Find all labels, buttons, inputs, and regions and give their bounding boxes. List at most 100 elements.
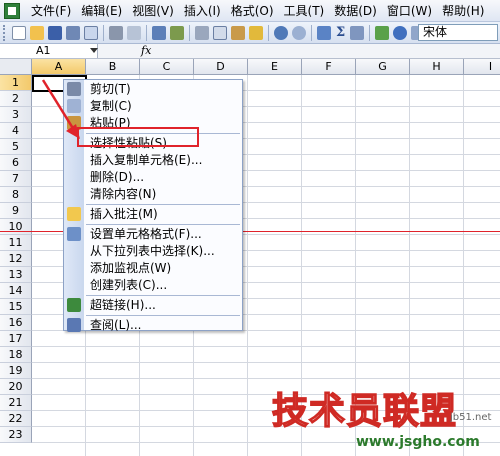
column-header-a[interactable]: A [32,59,86,75]
toolbar-separator [146,24,147,41]
row-header-5[interactable]: 5 [0,139,32,155]
select-all-corner[interactable] [0,59,32,75]
context-menu-separator [86,315,240,316]
row-header-21[interactable]: 21 [0,395,32,411]
menu-data[interactable]: 数据(D) [329,1,382,21]
context-menu-item-insert-copied-cells[interactable]: 插入复制单元格(E)... [64,152,242,169]
permission-icon[interactable] [66,25,80,40]
menu-view[interactable]: 视图(V) [127,1,179,21]
column-header-e[interactable]: E [248,59,302,75]
row-header-11[interactable]: 11 [0,235,32,251]
format-painter-icon[interactable] [249,25,263,40]
context-menu-separator [86,204,240,205]
row-header-19[interactable]: 19 [0,363,32,379]
excel-app-icon[interactable] [4,2,20,19]
menu-window[interactable]: 窗口(W) [382,1,437,21]
menu-format[interactable]: 格式(O) [226,1,279,21]
row-header-15[interactable]: 15 [0,299,32,315]
row-header-17[interactable]: 17 [0,331,32,347]
paste-icon[interactable] [231,25,245,40]
print-icon[interactable] [109,25,123,40]
menu-help[interactable]: 帮助(H) [437,1,489,21]
formula-bar: A1 fx [0,44,500,59]
row-header-4[interactable]: 4 [0,123,32,139]
hyperlink-icon[interactable] [317,25,331,40]
row-header-8[interactable]: 8 [0,187,32,203]
format-cells-icon [67,227,81,241]
chevron-down-icon[interactable] [90,48,98,53]
autosum-icon[interactable]: Σ [336,25,345,40]
row-header-10[interactable]: 10 [0,219,32,235]
menu-insert[interactable]: 插入(I) [179,1,226,21]
context-menu-item-cut[interactable]: 剪切(T) [64,81,242,98]
open-icon[interactable] [30,25,44,40]
context-menu-item-hyperlink[interactable]: 超链接(H)... [64,297,242,314]
menu-file[interactable]: 文件(F) [26,1,76,21]
row-header-14[interactable]: 14 [0,283,32,299]
context-menu-item-clear-contents[interactable]: 清除内容(N) [64,186,242,203]
chart-wizard-icon[interactable] [375,25,390,40]
context-menu-item-label: 从下拉列表中选择(K)... [90,244,215,258]
menu-edit[interactable]: 编辑(E) [76,1,127,21]
research-icon[interactable] [170,25,184,40]
column-header-g[interactable]: G [356,59,410,75]
toolbar-separator [369,24,371,41]
copy-icon[interactable] [213,25,227,40]
spelling-icon[interactable] [152,25,166,40]
row-header-18[interactable]: 18 [0,347,32,363]
context-menu-item-create-list[interactable]: 创建列表(C)... [64,277,242,294]
print-preview-icon[interactable] [127,25,141,40]
sort-ascending-icon[interactable] [350,25,365,40]
context-menu-item-lookup[interactable]: 查阅(L)... [64,317,242,334]
context-menu: 剪切(T) 复制(C) 粘贴(P) 选择性粘贴(S)... 插入复制单元格(E)... 删… [63,79,243,334]
column-header-f[interactable]: F [302,59,356,75]
context-menu-item-label: 删除(D)... [90,170,145,184]
context-menu-item-add-watch[interactable]: 添加监视点(W) [64,260,242,277]
row-header-13[interactable]: 13 [0,267,32,283]
context-menu-item-insert-comment[interactable]: 插入批注(M) [64,206,242,223]
hyperlink-icon [67,298,81,312]
standard-toolbar: Σ 宋体 [0,22,500,44]
new-icon[interactable] [12,25,26,40]
redo-icon[interactable] [292,25,306,40]
row-header-23[interactable]: 23 [0,427,32,443]
row-header-22[interactable]: 22 [0,411,32,427]
context-menu-item-label: 复制(C) [90,99,132,113]
toolbar-separator [189,24,190,41]
column-header-b[interactable]: B [86,59,140,75]
context-menu-item-label: 插入批注(M) [90,207,158,221]
row-header-6[interactable]: 6 [0,155,32,171]
save-icon[interactable] [48,25,62,40]
font-name-select[interactable]: 宋体 [418,24,498,41]
column-header-d[interactable]: D [194,59,248,75]
column-header-h[interactable]: H [410,59,464,75]
comment-icon [67,207,81,221]
toolbar-separator [268,24,269,41]
context-menu-item-format-cells[interactable]: 设置单元格格式(F)... [64,226,242,243]
name-box[interactable]: A1 [0,44,98,58]
undo-icon[interactable] [274,25,288,40]
cut-icon[interactable] [195,25,209,40]
context-menu-item-pick-from-list[interactable]: 从下拉列表中选择(K)... [64,243,242,260]
row-header-7[interactable]: 7 [0,171,32,187]
column-header-i[interactable]: I [464,59,500,75]
fx-icon[interactable]: fx [141,44,151,58]
toolbar-separator [311,24,312,41]
context-menu-item-copy[interactable]: 复制(C) [64,98,242,115]
row-header-1[interactable]: 1 [0,75,32,91]
row-header-20[interactable]: 20 [0,379,32,395]
context-menu-item-label: 创建列表(C)... [90,278,168,292]
menu-tools[interactable]: 工具(T) [279,1,330,21]
row-header-3[interactable]: 3 [0,107,32,123]
row-header-2[interactable]: 2 [0,91,32,107]
row-header-16[interactable]: 16 [0,315,32,331]
help-icon[interactable] [393,25,408,40]
row-header-12[interactable]: 12 [0,251,32,267]
context-menu-item-delete[interactable]: 删除(D)... [64,169,242,186]
email-icon[interactable] [84,25,98,40]
row-header-9[interactable]: 9 [0,203,32,219]
column-header-c[interactable]: C [140,59,194,75]
toolbar-grip[interactable] [3,24,7,41]
copy-icon [67,99,81,113]
context-menu-separator [86,224,240,225]
